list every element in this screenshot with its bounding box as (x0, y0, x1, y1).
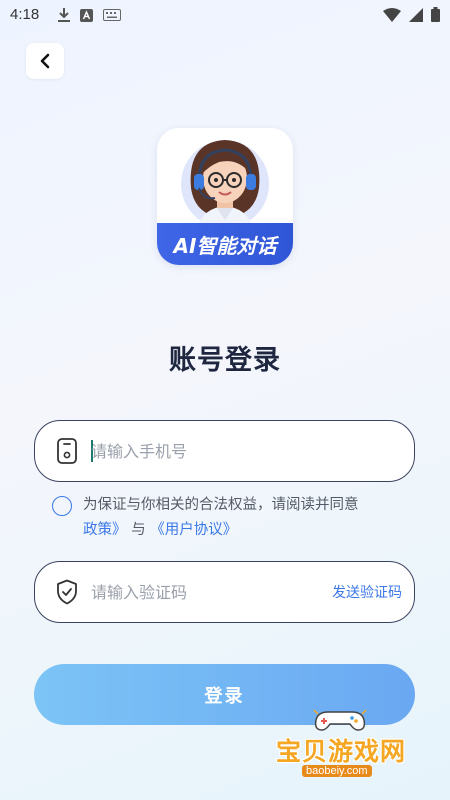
keyboard-icon (103, 9, 121, 21)
wifi-icon (383, 7, 401, 22)
agreement-conjunction: 与 (131, 522, 146, 538)
signal-icon (409, 7, 423, 22)
phone-icon (57, 438, 77, 464)
download-icon (58, 8, 70, 22)
phone-field[interactable] (34, 420, 415, 482)
agreement-radio[interactable] (52, 496, 72, 516)
status-time: 4:18 (10, 6, 40, 23)
status-bar: 4:18 (0, 0, 450, 32)
assistant-avatar-icon (181, 140, 269, 228)
watermark-url: baobeiy.com (302, 765, 372, 777)
verification-code-field[interactable]: 发送验证码 (34, 561, 415, 623)
verification-code-input[interactable] (91, 574, 311, 610)
chevron-left-icon (40, 53, 50, 69)
watermark-name: 宝贝游戏网 (276, 737, 407, 766)
phone-input[interactable] (91, 433, 311, 469)
logo-label: AI智能对话 (157, 223, 293, 265)
agreement-prefix: 为保证与你相关的合法权益，请阅读并同意 (83, 497, 359, 513)
watermark: 宝贝游戏网 baobeiy.com (272, 709, 422, 782)
shield-check-icon (57, 579, 77, 605)
battery-icon (431, 7, 440, 22)
privacy-policy-link[interactable]: 政策》 (83, 522, 127, 538)
app-logo: AI智能对话 (157, 128, 293, 265)
back-button[interactable] (26, 43, 64, 79)
user-agreement-link[interactable]: 《用户协议》 (150, 522, 237, 538)
agreement-text: 为保证与你相关的合法权益，请阅读并同意 政策》 与 《用户协议》 (83, 493, 418, 543)
app-notification-icon (80, 8, 93, 22)
page-title: 账号登录 (169, 345, 281, 376)
send-code-button[interactable]: 发送验证码 (332, 582, 402, 602)
